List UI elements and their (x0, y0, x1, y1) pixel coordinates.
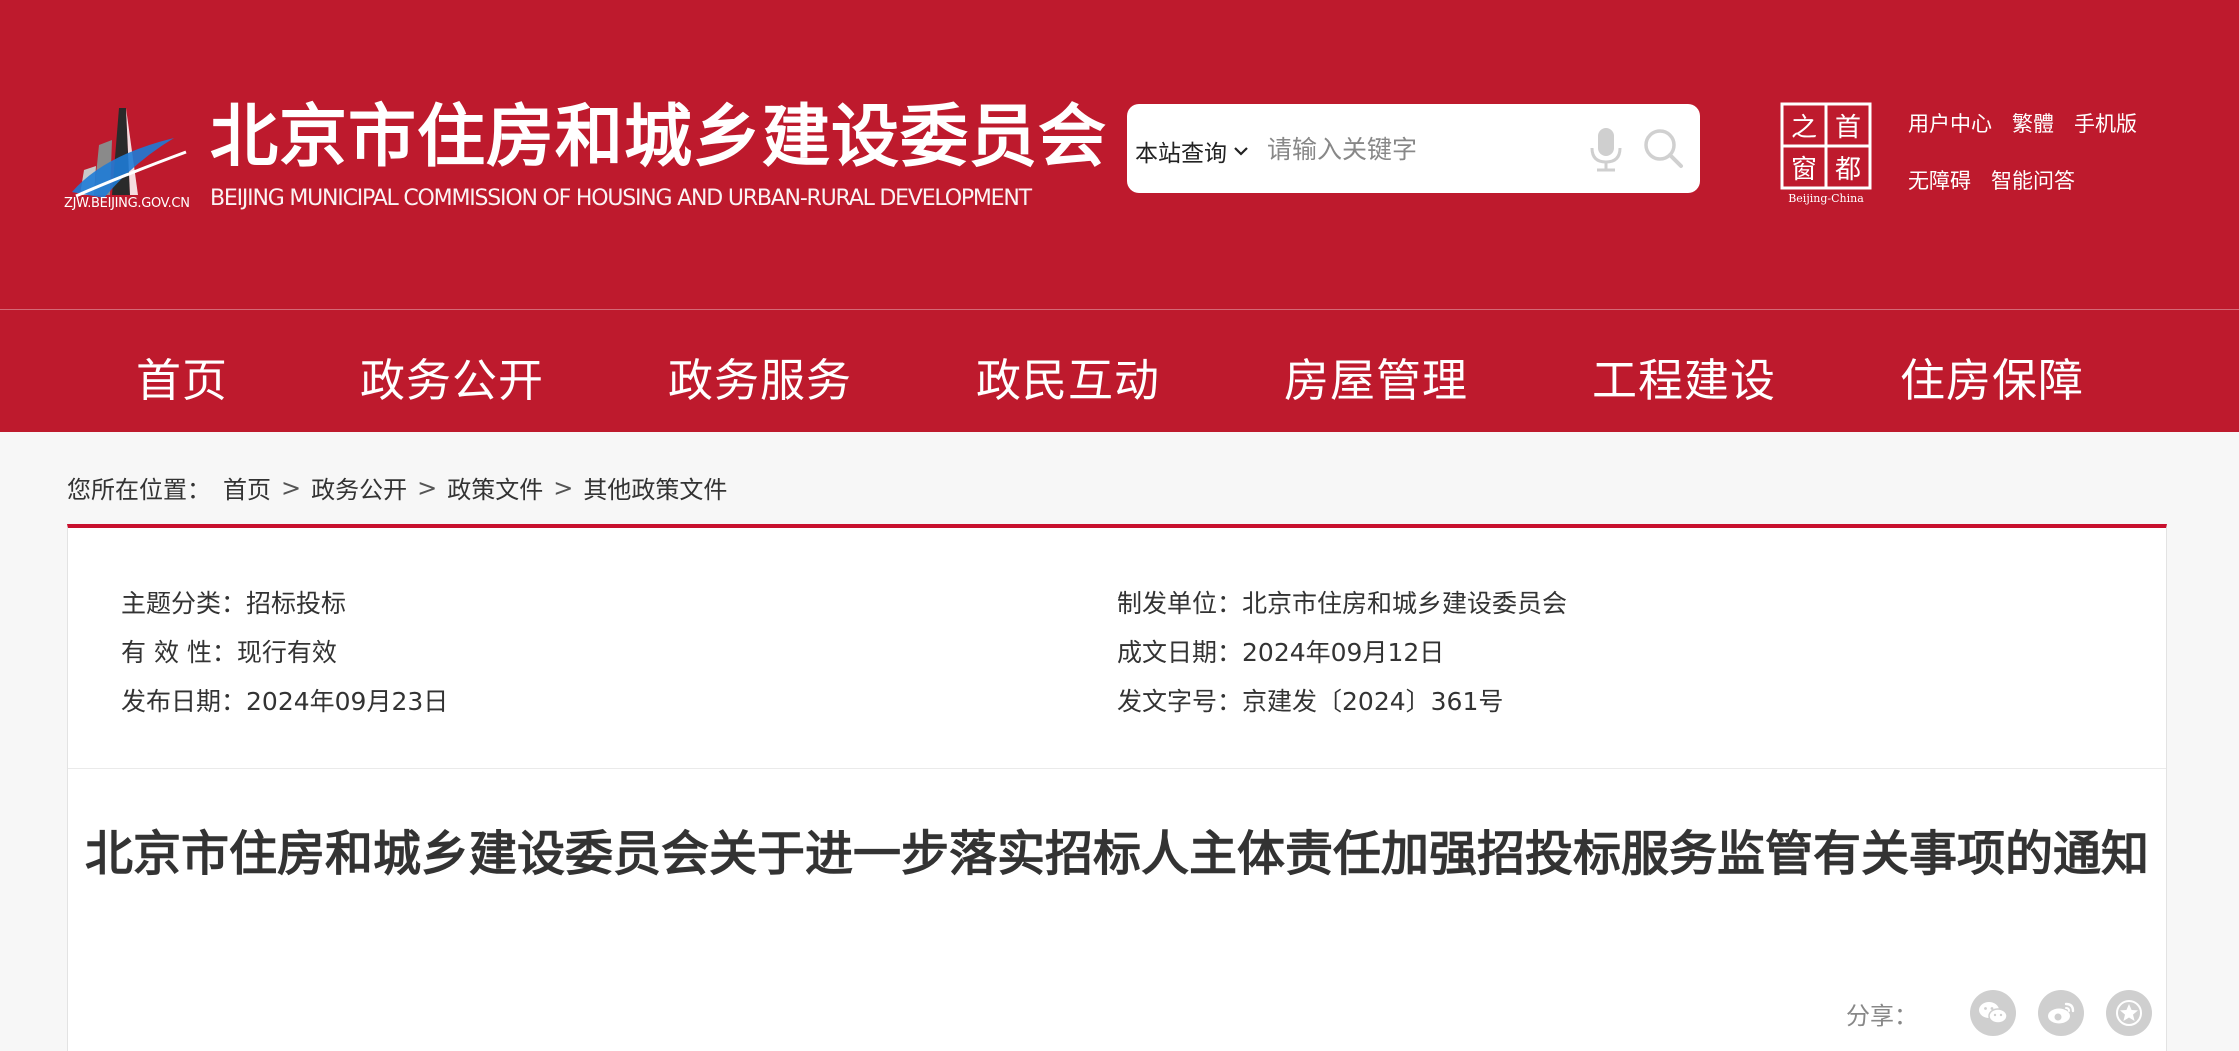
meta-written-date: 成文日期：2024年09月12日 (1117, 633, 1444, 669)
capital-logo-char: 首 (1835, 113, 1861, 143)
document-meta: 主题分类：招标投标 有 效 性：现行有效 发布日期：2024年09月23日 制发… (68, 528, 2166, 769)
search-icon[interactable] (1641, 126, 1685, 170)
nav-item-housing-management[interactable]: 房屋管理 (1284, 344, 1468, 409)
meta-issuer: 制发单位：北京市住房和城乡建设委员会 (1117, 584, 1567, 620)
meta-validity: 有 效 性：现行有效 (121, 633, 337, 669)
nav-item-home[interactable]: 首页 (136, 344, 228, 409)
share-favorite-button[interactable] (2106, 990, 2152, 1036)
breadcrumb-government-affairs[interactable]: 政务公开 (311, 470, 407, 505)
wechat-icon (1979, 1002, 2008, 1024)
breadcrumb-separator: > (553, 473, 574, 502)
meta-label: 有 效 性： (121, 638, 237, 667)
top-links: 用户中心 繁體 手机版 无障碍 智能问答 (1908, 108, 2137, 222)
meta-label: 制发单位： (1117, 589, 1243, 618)
breadcrumb-separator: > (281, 473, 302, 502)
capital-logo-char: 都 (1835, 155, 1861, 185)
meta-label: 主题分类： (121, 589, 247, 618)
microphone-icon[interactable] (1585, 126, 1627, 172)
breadcrumb-policy-documents[interactable]: 政策文件 (447, 470, 543, 505)
capital-logo-caption: Beijing-China (1788, 192, 1864, 205)
weibo-icon (2048, 1002, 2075, 1024)
meta-value: 北京市住房和城乡建设委员会 (1242, 589, 1568, 618)
meta-value: 2024年09月12日 (1242, 638, 1445, 667)
meta-value: 招标投标 (246, 589, 347, 618)
meta-doc-number: 发文字号：京建发〔2024〕361号 (1117, 682, 1503, 718)
mobile-version-link[interactable]: 手机版 (2074, 108, 2137, 165)
chevron-down-icon (1234, 147, 1248, 156)
search-box: 本站查询 (1127, 104, 1700, 193)
search-scope-dropdown[interactable]: 本站查询 (1135, 134, 1249, 168)
meta-publish-date: 发布日期：2024年09月23日 (121, 682, 448, 718)
meta-topic: 主题分类：招标投标 (121, 584, 346, 620)
capital-window-logo-icon[interactable]: 首 都 之 窗 Beijing-China (1780, 102, 1872, 206)
breadcrumb-home[interactable]: 首页 (223, 470, 271, 505)
capital-logo-char: 之 (1791, 113, 1817, 143)
breadcrumb-other-policy-documents[interactable]: 其他政策文件 (583, 470, 727, 505)
meta-value: 京建发〔2024〕361号 (1242, 687, 1504, 716)
share-weibo-button[interactable] (2038, 990, 2084, 1036)
article-title: 北京市住房和城乡建设委员会关于进一步落实招标人主体责任加强招投标服务监管有关事项… (84, 826, 2149, 882)
breadcrumb-prefix: 您所在位置： (67, 476, 211, 504)
nav-item-government-affairs[interactable]: 政务公开 (360, 344, 544, 409)
meta-value: 2024年09月23日 (246, 687, 449, 716)
meta-label: 发布日期： (121, 687, 247, 716)
search-scope-label: 本站查询 (1135, 141, 1227, 167)
nav-item-government-services[interactable]: 政务服务 (668, 344, 852, 409)
smart-qa-link[interactable]: 智能问答 (1991, 165, 2075, 222)
accessibility-link[interactable]: 无障碍 (1908, 165, 1971, 222)
meta-label: 发文字号： (1117, 687, 1243, 716)
meta-label: 成文日期： (1117, 638, 1243, 667)
article-card: 主题分类：招标投标 有 效 性：现行有效 发布日期：2024年09月23日 制发… (67, 524, 2167, 1051)
share-bar: 分享： (1846, 990, 2152, 1036)
site-header: ZJW.BEIJING.GOV.CN 北京市住房和城乡建设委员会 BEIJING… (0, 0, 2239, 309)
site-subtitle: BEIJING MUNICIPAL COMMISSION OF HOUSING … (210, 186, 1032, 211)
user-center-link[interactable]: 用户中心 (1908, 108, 1992, 165)
share-label: 分享： (1846, 1001, 1918, 1030)
capital-logo-char: 窗 (1791, 155, 1817, 185)
main-nav: 首页 政务公开 政务服务 政民互动 房屋管理 工程建设 住房保障 (0, 309, 2239, 432)
logo-url-text: ZJW.BEIJING.GOV.CN (64, 196, 190, 211)
meta-value: 现行有效 (236, 638, 337, 667)
breadcrumb: 您所在位置： 首页 > 政务公开 > 政策文件 > 其他政策文件 (67, 470, 727, 505)
nav-item-construction[interactable]: 工程建设 (1592, 344, 1776, 409)
favorite-icon (2116, 1000, 2142, 1026)
traditional-chinese-link[interactable]: 繁體 (2012, 108, 2054, 165)
search-input[interactable] (1267, 124, 1587, 174)
share-wechat-button[interactable] (1970, 990, 2016, 1036)
site-title[interactable]: 北京市住房和城乡建设委员会 (210, 96, 1107, 180)
nav-item-public-interaction[interactable]: 政民互动 (976, 344, 1160, 409)
breadcrumb-separator: > (417, 473, 438, 502)
nav-item-housing-security[interactable]: 住房保障 (1900, 344, 2084, 409)
